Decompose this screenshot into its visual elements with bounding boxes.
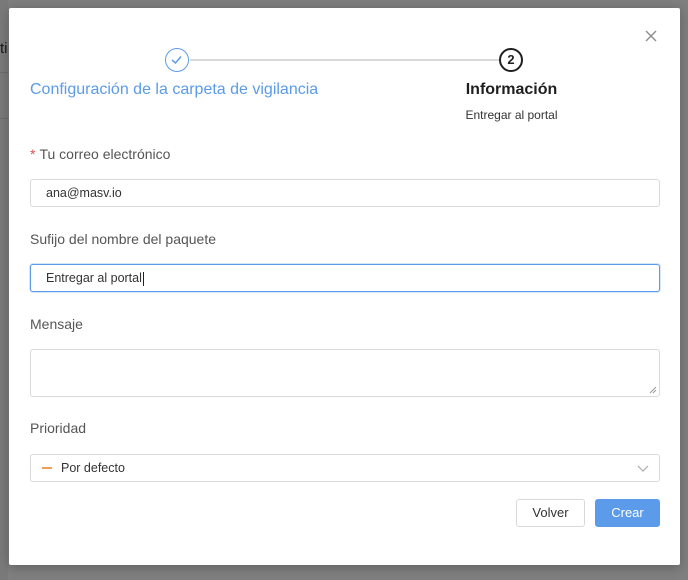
- step-2-indicator: 2: [499, 48, 523, 72]
- create-button[interactable]: Crear: [595, 499, 660, 527]
- step-2-description: Entregar al portal: [465, 108, 558, 122]
- background-text: ti: [0, 40, 8, 57]
- suffix-label: Sufijo del nombre del paquete: [30, 231, 217, 247]
- email-label: * Tu correo electrónico: [30, 146, 170, 162]
- text-caret: [142, 271, 144, 286]
- check-icon: [171, 56, 182, 65]
- background-divider: [0, 72, 8, 73]
- priority-select[interactable]: Por defecto: [30, 454, 660, 482]
- resize-handle-icon[interactable]: [649, 386, 657, 394]
- background-divider: [0, 118, 8, 119]
- priority-indicator-icon: [42, 467, 52, 469]
- package-suffix-input[interactable]: Entregar al portal: [30, 264, 660, 292]
- priority-label: Prioridad: [30, 420, 87, 436]
- email-label-text: Tu correo electrónico: [39, 146, 171, 162]
- close-icon[interactable]: [643, 28, 659, 44]
- background-page: [0, 0, 8, 580]
- back-button[interactable]: Volver: [516, 499, 585, 527]
- email-field[interactable]: ana@masv.io: [30, 179, 660, 207]
- priority-selected-value: Por defecto: [61, 461, 125, 475]
- step-1-indicator: [165, 48, 189, 72]
- chevron-down-icon: [637, 465, 649, 472]
- required-mark: *: [30, 146, 36, 162]
- suffix-value: Entregar al portal: [46, 271, 142, 285]
- step-1-title: Configuración de la carpeta de vigilanci…: [30, 81, 319, 98]
- step-2-title: Información: [465, 81, 558, 98]
- email-value: ana@masv.io: [46, 186, 122, 200]
- message-label: Mensaje: [30, 316, 83, 332]
- message-textarea[interactable]: [30, 349, 660, 397]
- step-connector: [190, 59, 499, 61]
- modal-dialog: 2 Configuración de la carpeta de vigilan…: [9, 8, 680, 565]
